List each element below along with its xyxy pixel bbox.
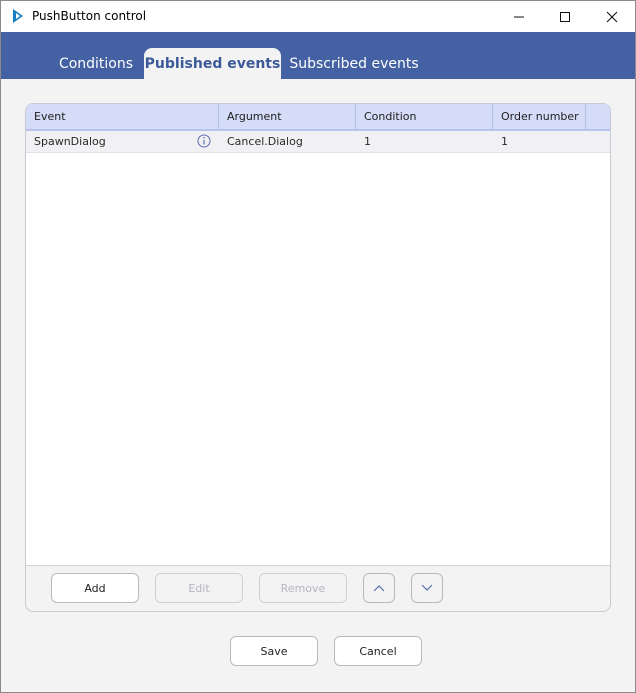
close-icon: [606, 11, 618, 22]
minimize-icon: [514, 16, 524, 17]
chevron-up-icon: [373, 585, 385, 592]
tab-subscribed-events[interactable]: Subscribed events: [287, 48, 421, 79]
tab-published-events[interactable]: Published events: [144, 48, 281, 79]
chevron-down-icon: [421, 584, 433, 591]
events-panel: Event Argument Condition Order number Sp…: [25, 103, 611, 612]
column-header-order-number[interactable]: Order number: [493, 104, 586, 129]
column-header-filler: [586, 104, 610, 129]
column-header-condition[interactable]: Condition: [356, 104, 493, 129]
window-title: PushButton control: [32, 9, 147, 23]
tab-bar: Conditions Published events Subscribed e…: [1, 32, 635, 79]
maximize-button[interactable]: [542, 1, 588, 32]
cell-argument: Cancel.Dialog: [227, 135, 303, 148]
dialog-window: PushButton control Conditions Published …: [0, 0, 636, 693]
add-button[interactable]: Add: [51, 573, 139, 603]
cancel-button[interactable]: Cancel: [334, 636, 422, 666]
table-row[interactable]: SpawnDialog Cancel.Dialog 1 1: [26, 131, 610, 153]
edit-button[interactable]: Edit: [155, 573, 243, 603]
grid-header: Event Argument Condition Order number: [26, 104, 610, 131]
cell-event: SpawnDialog: [34, 135, 106, 148]
info-icon[interactable]: [197, 134, 211, 148]
events-grid[interactable]: Event Argument Condition Order number Sp…: [26, 104, 610, 566]
close-button[interactable]: [589, 1, 635, 32]
minimize-button[interactable]: [496, 1, 542, 32]
title-bar: PushButton control: [1, 1, 635, 32]
save-button[interactable]: Save: [230, 636, 318, 666]
column-header-argument[interactable]: Argument: [219, 104, 356, 129]
column-header-event[interactable]: Event: [26, 104, 219, 129]
cell-order-number: 1: [501, 135, 508, 148]
move-down-button[interactable]: [411, 573, 443, 603]
remove-button[interactable]: Remove: [259, 573, 347, 603]
app-logo-icon: [13, 9, 23, 23]
tab-conditions[interactable]: Conditions: [51, 48, 141, 79]
cell-condition: 1: [364, 135, 371, 148]
move-up-button[interactable]: [363, 573, 395, 603]
maximize-icon: [560, 11, 570, 22]
